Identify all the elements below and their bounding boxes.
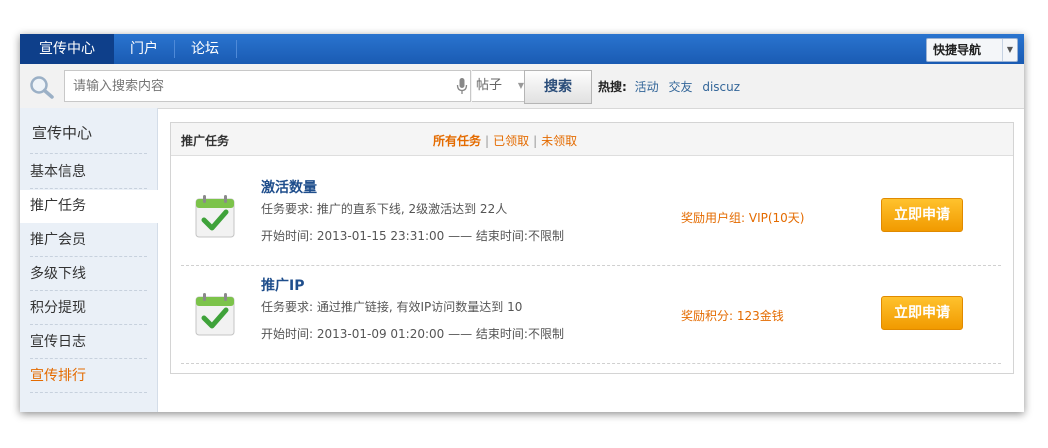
filter-unclaimed[interactable]: 未领取 <box>541 134 577 148</box>
sidebar-item-basic-info[interactable]: 基本信息 <box>20 156 157 189</box>
divider <box>30 153 147 154</box>
sidebar: 宣传中心 基本信息 推广任务 推广会员 多级下线 积分提现 宣传日志 宣传排行 <box>20 108 158 412</box>
sidebar-item-label: 基本信息 <box>30 164 86 180</box>
hot-term-link[interactable]: 活动 <box>635 80 659 94</box>
search-icon <box>30 76 54 99</box>
search-type-select[interactable]: 帖子 ▼ <box>472 70 529 102</box>
sidebar-item-label: 多级下线 <box>30 266 86 282</box>
quick-nav-label: 快捷导航 <box>933 43 982 57</box>
sidebar-item-label: 积分提现 <box>30 300 86 316</box>
sidebar-item-promoted-members[interactable]: 推广会员 <box>20 224 157 257</box>
apply-now-button[interactable]: 立即申请 <box>881 296 963 330</box>
calendar-check-icon <box>195 293 235 336</box>
search-type-label: 帖子 <box>476 78 503 93</box>
search-bar: 帖子 ▼ 搜索 热搜: 活动 交友 discuz <box>20 64 1024 109</box>
task-panel: 推广任务 所有任务 | 已领取 | 未领取 激活数量 任务要求: 推广的直系下线, 2级… <box>170 122 1014 374</box>
nav-separator <box>236 40 237 58</box>
sidebar-item-label: 推广会员 <box>30 232 86 248</box>
task-time: 开始时间: 2013-01-09 01:20:00 —— 结束时间:不限制 <box>261 327 564 341</box>
top-nav-bar: 宣传中心 门户 论坛 快捷导航 ▼ <box>20 34 1024 64</box>
nav-separator <box>174 40 175 58</box>
hot-search: 热搜: 活动 交友 discuz <box>598 78 746 95</box>
sidebar-item-label: 推广任务 <box>30 198 86 214</box>
microphone-icon[interactable] <box>456 77 468 95</box>
task-name[interactable]: 推广IP <box>261 275 304 295</box>
nav-tab-forum[interactable]: 论坛 <box>176 34 234 64</box>
task-time: 开始时间: 2013-01-15 23:31:00 —— 结束时间:不限制 <box>261 229 564 243</box>
sidebar-item-points-withdraw[interactable]: 积分提现 <box>20 292 157 325</box>
filter-all-tasks[interactable]: 所有任务 <box>433 134 481 148</box>
nav-tab-promotion-center[interactable]: 宣传中心 <box>20 34 114 64</box>
chevron-down-icon[interactable]: ▼ <box>1002 39 1017 61</box>
sidebar-item-promotion-tasks[interactable]: 推广任务 <box>20 190 158 223</box>
task-reward: 奖励积分: 123金钱 <box>681 309 784 323</box>
task-requirement: 任务要求: 通过推广链接, 有效IP访问数量达到 10 <box>261 300 523 314</box>
apply-now-button[interactable]: 立即申请 <box>881 198 963 232</box>
task-filters: 所有任务 | 已领取 | 未领取 <box>433 134 578 148</box>
sidebar-item-label: 宣传排行 <box>30 368 86 384</box>
search-button[interactable]: 搜索 <box>524 70 592 104</box>
hot-search-label: 热搜: <box>598 80 627 94</box>
sidebar-title: 宣传中心 <box>32 124 93 142</box>
task-row: 激活数量 任务要求: 推广的直系下线, 2级激活达到 22人 开始时间: 201… <box>181 167 1001 266</box>
quick-nav-button[interactable]: 快捷导航 ▼ <box>926 38 1018 62</box>
task-name[interactable]: 激活数量 <box>261 177 317 197</box>
hot-term-link[interactable]: 交友 <box>668 80 692 94</box>
task-requirement: 任务要求: 推广的直系下线, 2级激活达到 22人 <box>261 202 508 216</box>
sidebar-item-multilevel-downline[interactable]: 多级下线 <box>20 258 157 291</box>
filter-claimed[interactable]: 已领取 <box>493 134 529 148</box>
task-panel-header: 推广任务 所有任务 | 已领取 | 未领取 <box>171 123 1013 156</box>
panel-title: 推广任务 <box>181 134 230 148</box>
sidebar-item-label: 宣传日志 <box>30 334 86 350</box>
sidebar-item-promotion-log[interactable]: 宣传日志 <box>20 326 157 359</box>
calendar-check-icon <box>195 195 235 238</box>
search-input[interactable] <box>71 71 455 101</box>
sidebar-item-promotion-ranking[interactable]: 宣传排行 <box>20 360 157 393</box>
task-reward: 奖励用户组: VIP(10天) <box>681 211 805 225</box>
app-window: 宣传中心 门户 论坛 快捷导航 ▼ 帖子 ▼ 搜索 热搜: 活动 <box>20 34 1024 412</box>
search-input-box <box>64 70 471 102</box>
task-row: 推广IP 任务要求: 通过推广链接, 有效IP访问数量达到 10 开始时间: 2… <box>181 265 1001 364</box>
hot-term-link[interactable]: discuz <box>702 80 740 94</box>
nav-tab-portal[interactable]: 门户 <box>116 34 172 64</box>
